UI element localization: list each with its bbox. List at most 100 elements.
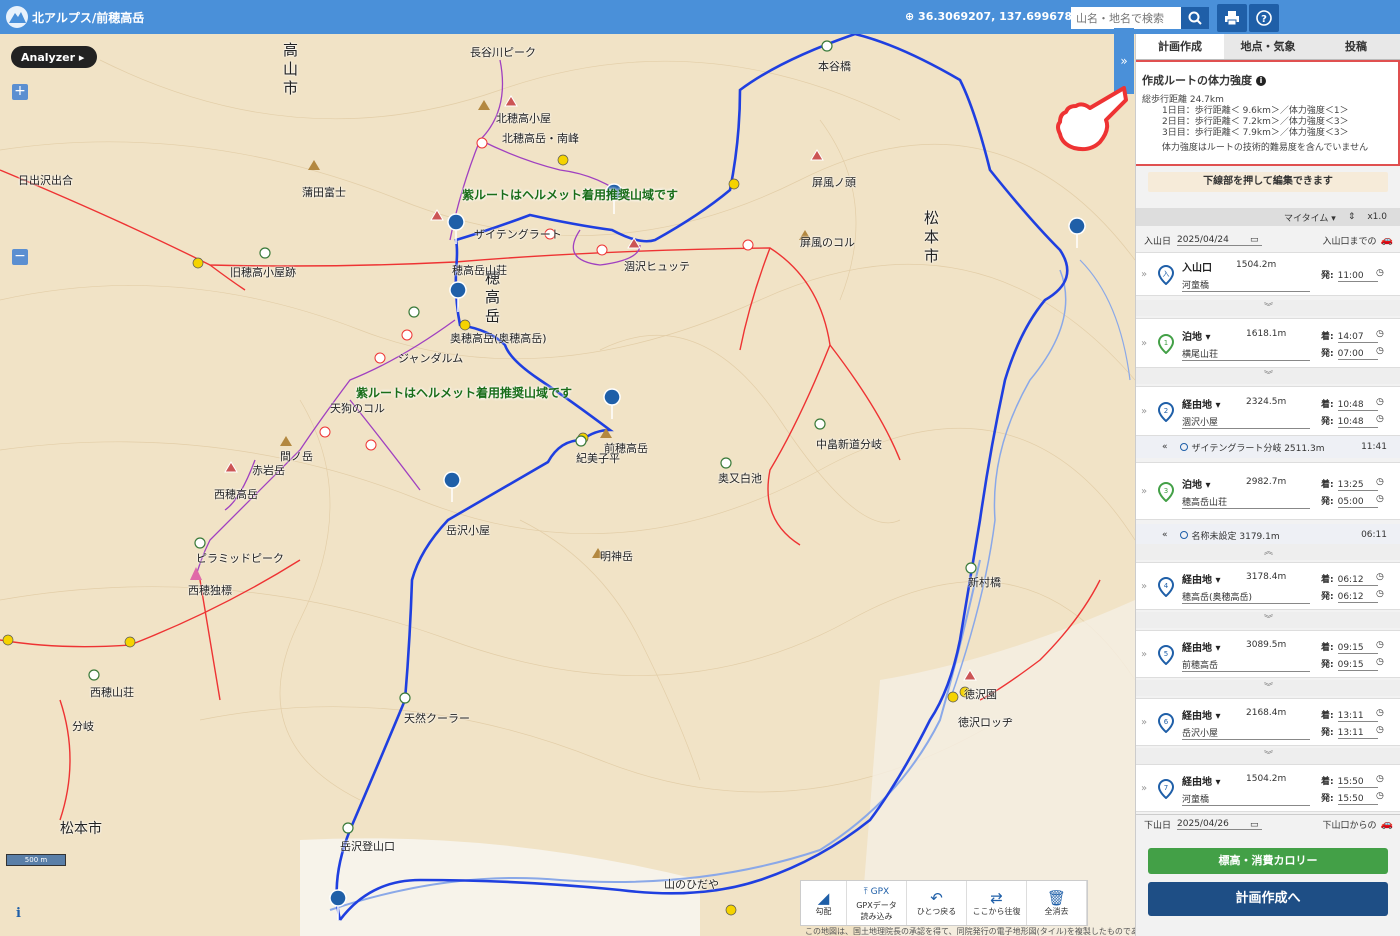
- time-value[interactable]: 09:15: [1337, 643, 1378, 654]
- map-label[interactable]: 赤岩岳: [252, 462, 285, 478]
- map-label[interactable]: 奥又白池: [718, 470, 762, 486]
- collapse-chevron[interactable]: ︽: [1136, 544, 1400, 560]
- pace-multiplier[interactable]: x1.0: [1367, 212, 1387, 222]
- clock-icon[interactable]: ◷: [1376, 268, 1384, 278]
- waypoint-time[interactable]: 発: 15:50: [1321, 791, 1378, 805]
- clock-icon[interactable]: ◷: [1376, 346, 1384, 356]
- waypoint-type[interactable]: 経由地 ▾: [1182, 707, 1221, 722]
- waypoint-time[interactable]: 発: 13:11: [1321, 725, 1378, 739]
- time-value[interactable]: 10:48: [1337, 417, 1378, 428]
- map-label[interactable]: 中畠新道分岐: [816, 436, 882, 452]
- waypoint-type[interactable]: 泊地 ▾: [1182, 476, 1211, 491]
- waypoint-row[interactable]: » 5 経由地 ▾ 3089.5m 前穂高岳 着: 09:15 ◷ 発: 09:15 ◷: [1136, 630, 1400, 678]
- map-label[interactable]: 本谷橋: [818, 58, 851, 74]
- waypoint-name[interactable]: 河童橋: [1182, 278, 1310, 292]
- map-label[interactable]: 新村橋: [968, 574, 1001, 590]
- time-value[interactable]: 06:12: [1337, 592, 1378, 603]
- expand-icon[interactable]: »: [1141, 406, 1147, 417]
- map-label[interactable]: ピラミッドピーク: [196, 550, 284, 566]
- map-label[interactable]: 穂高岳山荘: [452, 262, 507, 278]
- waypoint-time[interactable]: 発: 06:12: [1321, 589, 1378, 603]
- time-value[interactable]: 06:12: [1337, 575, 1378, 586]
- map-label[interactable]: 奥穂高岳(奥穂高岳): [450, 330, 547, 346]
- waypoint-time[interactable]: 着: 13:25: [1321, 477, 1378, 491]
- waypoint-row[interactable]: » 3 泊地 ▾ 2982.7m 穂高岳山荘 着: 13:25 ◷ 発: 05:00 ◷: [1136, 462, 1400, 520]
- map-label[interactable]: 屏風ノ頭: [812, 174, 856, 190]
- map-label[interactable]: 天狗のコル: [330, 400, 385, 416]
- waypoint-row[interactable]: » 入入山口 1504.2m 河童橋 発: 11:00 ◷: [1136, 252, 1400, 296]
- gpx-import-button[interactable]: ⤒ GPX GPXデータ 読み込み: [847, 881, 907, 925]
- round-trip-button[interactable]: ⇄ ここから往復: [967, 881, 1027, 925]
- calendar-icon[interactable]: ▭: [1250, 820, 1259, 830]
- create-plan-button[interactable]: 計画作成へ: [1148, 882, 1388, 916]
- clock-icon[interactable]: ◷: [1376, 414, 1384, 424]
- waypoint-time[interactable]: 発: 07:00: [1321, 346, 1378, 360]
- clock-icon[interactable]: ◷: [1376, 572, 1384, 582]
- time-value[interactable]: 11:00: [1337, 271, 1378, 282]
- app-title[interactable]: 北アルプス/前穂高岳: [32, 9, 144, 26]
- map-label[interactable]: 徳沢ロッヂ: [958, 714, 1013, 730]
- map-label[interactable]: 北穂高岳・南峰: [502, 130, 579, 146]
- map-label[interactable]: 北穂高小屋: [496, 110, 551, 126]
- sub-point-row[interactable]: « 名称未設定 3179.1m 06:11: [1136, 524, 1400, 546]
- waypoint-name[interactable]: 横尾山荘: [1182, 347, 1310, 361]
- map-label[interactable]: 西穂独標: [188, 582, 232, 598]
- clear-all-button[interactable]: 🗑 全消去: [1027, 881, 1087, 925]
- waypoint-row[interactable]: » 2 経由地 ▾ 2324.5m 涸沢小屋 着: 10:48 ◷ 発: 10:48 ◷: [1136, 386, 1400, 436]
- clock-icon[interactable]: ◷: [1376, 640, 1384, 650]
- waypoint-name[interactable]: 穂高岳(奥穂高岳): [1182, 590, 1310, 604]
- waypoint-type[interactable]: 経由地 ▾: [1182, 773, 1221, 788]
- time-value[interactable]: 13:11: [1337, 711, 1378, 722]
- clock-icon[interactable]: ◷: [1376, 397, 1384, 407]
- waypoint-time[interactable]: 発: 11:00: [1321, 268, 1378, 282]
- waypoint-name[interactable]: 岳沢小屋: [1182, 726, 1310, 740]
- map-label[interactable]: 屏風のコル: [800, 234, 855, 250]
- time-value[interactable]: 05:00: [1337, 497, 1378, 508]
- expand-icon[interactable]: »: [1141, 338, 1147, 349]
- clock-icon[interactable]: ◷: [1376, 329, 1384, 339]
- waypoint-row[interactable]: » 7 経由地 ▾ 1504.2m 河童橋 着: 15:50 ◷ 発: 15:50 ◷: [1136, 764, 1400, 812]
- waypoint-row[interactable]: » 4 経由地 ▾ 3178.4m 穂高岳(奥穂高岳) 着: 06:12 ◷ 発: 06:12 ◷: [1136, 562, 1400, 610]
- topo-map[interactable]: 高山市 松本市 松本市 穂高岳 日出沢出合 蒲田富士 北穂高小屋 北穂高岳・南峰…: [0, 34, 1135, 936]
- time-value[interactable]: 15:50: [1337, 777, 1378, 788]
- waypoint-row[interactable]: » 1 泊地 ▾ 1618.1m 横尾山荘 着: 14:07 ◷ 発: 07:00 ◷: [1136, 318, 1400, 368]
- car-icon[interactable]: 🚗: [1381, 819, 1393, 830]
- waypoint-row[interactable]: » 6 経由地 ▾ 2168.4m 岳沢小屋 着: 13:11 ◷ 発: 13:11 ◷: [1136, 698, 1400, 746]
- waypoint-time[interactable]: 着: 15:50: [1321, 774, 1378, 788]
- map-label[interactable]: ジャンダルム: [398, 350, 463, 366]
- sub-point-row[interactable]: « ザイテングラート分岐 2511.3m 11:41: [1136, 436, 1400, 458]
- expand-chevron[interactable]: ︾: [1136, 612, 1400, 628]
- calendar-icon[interactable]: ▭: [1250, 235, 1259, 245]
- car-icon[interactable]: 🚗: [1381, 235, 1393, 246]
- clock-icon[interactable]: ◷: [1376, 791, 1384, 801]
- map-label[interactable]: 旧穂高小屋跡: [230, 264, 296, 280]
- map-label[interactable]: 岳沢登山口: [340, 838, 395, 854]
- time-value[interactable]: 10:48: [1337, 400, 1378, 411]
- expand-icon[interactable]: »: [1141, 717, 1147, 728]
- search-input[interactable]: [1071, 7, 1181, 29]
- zoom-out-button[interactable]: −: [12, 249, 28, 265]
- expand-chevron[interactable]: ︾: [1136, 748, 1400, 764]
- map-label[interactable]: 日出沢出合: [18, 172, 73, 188]
- expand-icon[interactable]: »: [1141, 486, 1147, 497]
- time-value[interactable]: 07:00: [1337, 349, 1378, 360]
- map-label[interactable]: 西穂高岳: [214, 486, 258, 502]
- waypoint-name[interactable]: 穂高岳山荘: [1182, 495, 1310, 509]
- expand-icon[interactable]: »: [1141, 581, 1147, 592]
- map-label[interactable]: 徳沢園: [964, 686, 997, 702]
- waypoint-name[interactable]: 河童橋: [1182, 792, 1310, 806]
- elevation-calorie-button[interactable]: 標高・消費カロリー: [1148, 848, 1388, 874]
- clock-icon[interactable]: ◷: [1376, 774, 1384, 784]
- clock-icon[interactable]: ◷: [1376, 494, 1384, 504]
- waypoint-type[interactable]: 経由地 ▾: [1182, 639, 1221, 654]
- waypoint-type[interactable]: 経由地 ▾: [1182, 571, 1221, 586]
- waypoint-time[interactable]: 着: 09:15: [1321, 640, 1378, 654]
- map-label[interactable]: 天然クーラー: [404, 710, 470, 726]
- waypoint-time[interactable]: 着: 10:48: [1321, 397, 1378, 411]
- map-label[interactable]: 岳沢小屋: [446, 522, 490, 538]
- tab-points-weather[interactable]: 地点・気象: [1224, 34, 1312, 59]
- clock-icon[interactable]: ◷: [1376, 725, 1384, 735]
- clock-icon[interactable]: ◷: [1376, 708, 1384, 718]
- time-mode-select[interactable]: マイタイム ▾: [1284, 211, 1336, 224]
- map-label[interactable]: 山のひだや: [664, 876, 719, 892]
